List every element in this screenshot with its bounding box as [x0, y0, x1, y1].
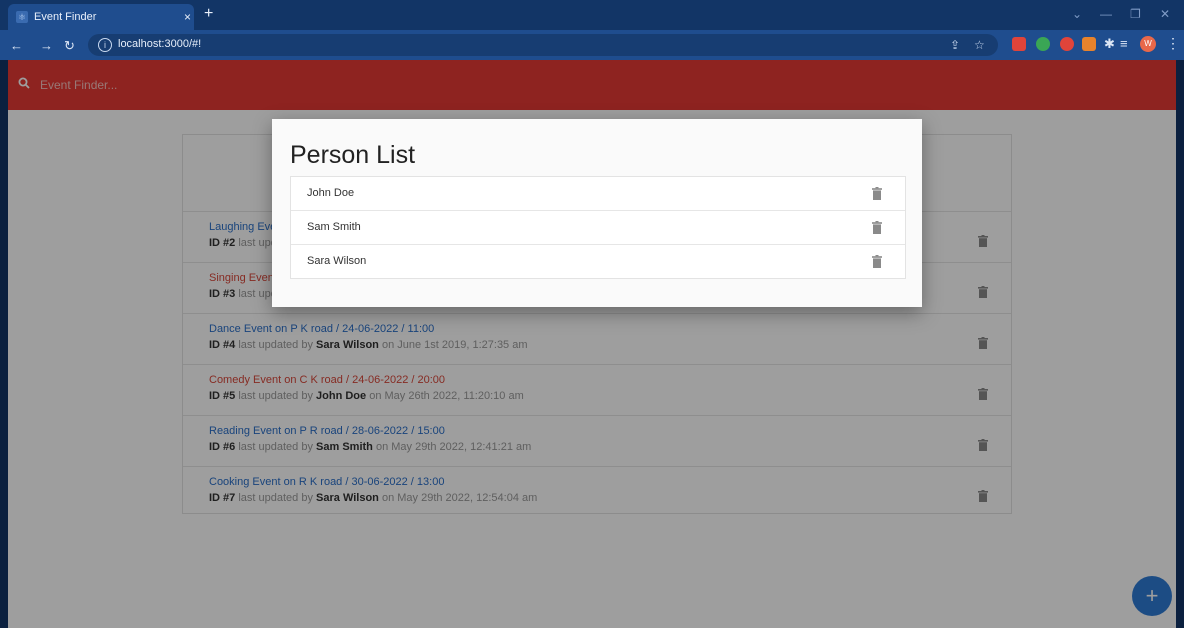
tab-title: Event Finder	[34, 11, 97, 23]
restore-icon[interactable]: ❐	[1130, 7, 1141, 21]
delete-person-trash-icon[interactable]	[872, 187, 882, 200]
person-list: John Doe Sam Smith Sara Wilson	[290, 176, 906, 279]
tab-search-icon[interactable]: ⌄	[1072, 7, 1082, 21]
person-name: Sam Smith	[307, 221, 361, 233]
extension-pin-icon[interactable]	[1060, 37, 1074, 51]
delete-person-trash-icon[interactable]	[872, 255, 882, 268]
browser-menu-icon[interactable]: ⋮	[1166, 35, 1180, 52]
reading-list-icon[interactable]: ≡	[1120, 36, 1128, 51]
bookmark-star-icon[interactable]: ☆	[974, 38, 985, 52]
site-info-icon[interactable]: i	[98, 38, 112, 52]
address-bar-row: ← → ↻ i localhost:3000/#! ⇪ ☆	[0, 30, 1184, 60]
tab-bar: ⚛ Event Finder × + ⌄ — ❐ ✕	[0, 0, 1184, 30]
forward-icon[interactable]: →	[40, 38, 53, 53]
back-icon[interactable]: ←	[10, 38, 23, 53]
person-list-item[interactable]: Sara Wilson	[291, 245, 905, 278]
extensions-puzzle-icon[interactable]: ✱	[1104, 36, 1115, 52]
person-name: Sara Wilson	[307, 255, 367, 267]
browser-tab[interactable]: ⚛ Event Finder ×	[8, 4, 194, 30]
person-list-dialog: Person List John Doe Sam Smith Sara Wils…	[272, 119, 922, 307]
new-tab-button[interactable]: +	[204, 6, 213, 22]
person-list-item[interactable]: John Doe	[291, 177, 905, 211]
person-name: John Doe	[307, 187, 355, 199]
share-icon[interactable]: ⇪	[950, 38, 960, 52]
minimize-icon[interactable]: —	[1100, 7, 1112, 21]
extension-green-icon[interactable]	[1036, 37, 1050, 51]
app-favicon-icon: ⚛	[16, 11, 28, 23]
tab-close-icon[interactable]: ×	[184, 10, 191, 24]
delete-person-trash-icon[interactable]	[872, 221, 882, 234]
close-window-icon[interactable]: ✕	[1160, 7, 1170, 21]
reload-icon[interactable]: ↻	[64, 38, 75, 54]
extension-red-icon[interactable]	[1012, 37, 1026, 51]
profile-avatar[interactable]: W	[1140, 36, 1156, 52]
dialog-title: Person List	[290, 141, 416, 169]
person-list-item[interactable]: Sam Smith	[291, 211, 905, 245]
extension-fox-icon[interactable]	[1082, 37, 1096, 51]
url-text[interactable]: localhost:3000/#!	[118, 38, 201, 50]
omnibox[interactable]: i localhost:3000/#! ⇪ ☆	[88, 34, 998, 56]
